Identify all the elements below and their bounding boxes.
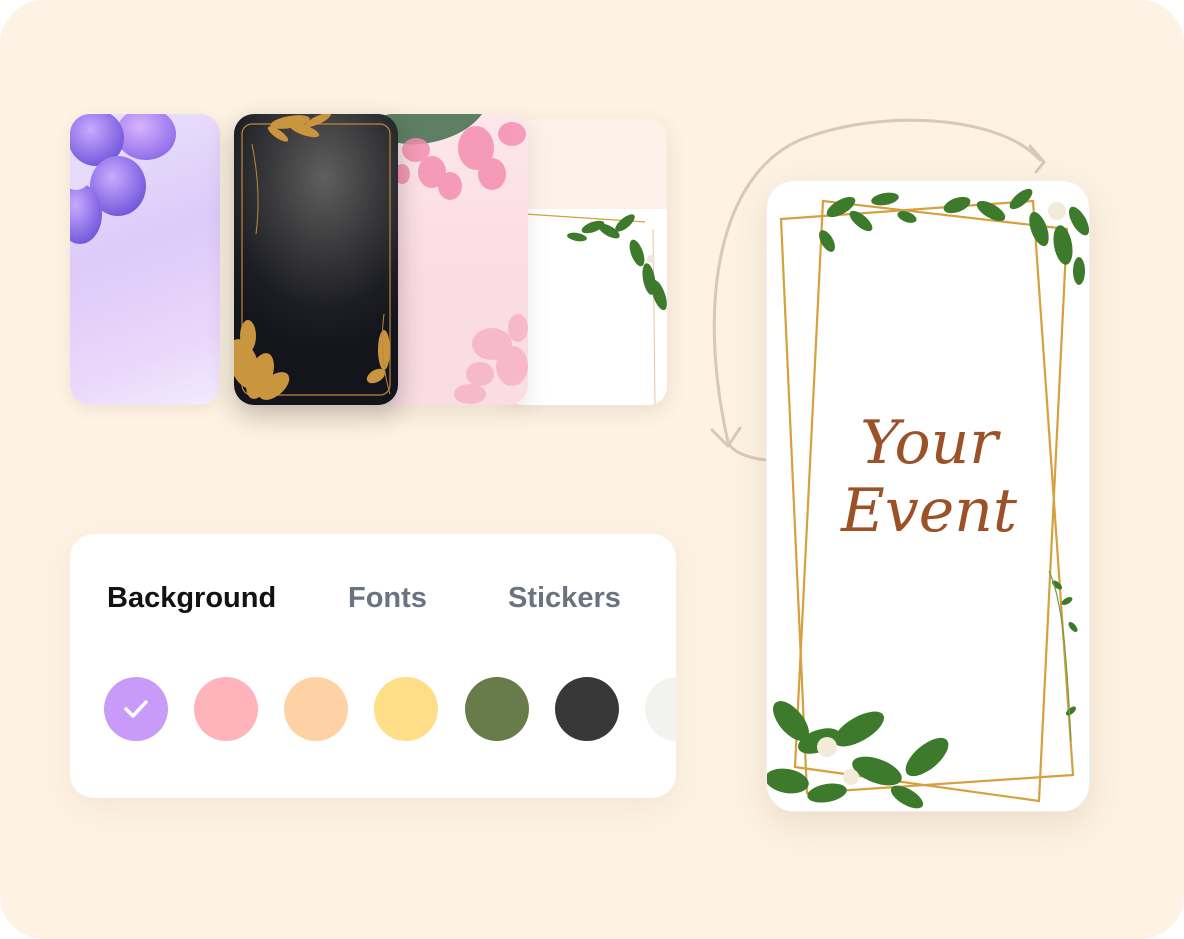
tab-stickers[interactable]: Stickers <box>508 582 621 614</box>
swatch-charcoal[interactable] <box>555 677 619 741</box>
event-title-line1: Your <box>860 408 998 478</box>
black-gold-art <box>234 114 391 400</box>
tab-background[interactable]: Background <box>107 582 276 614</box>
tab-fonts[interactable]: Fonts <box>348 582 427 614</box>
swatch-off-white[interactable] <box>645 677 676 741</box>
event-title-line2: Event <box>841 476 1017 546</box>
swatch-yellow[interactable] <box>374 677 438 741</box>
canvas: Background Fonts Stickers Your Event <box>0 0 1184 939</box>
template-black-gold[interactable] <box>234 114 398 405</box>
swatch-lavender[interactable] <box>104 677 168 741</box>
event-title: Your Event <box>767 408 1089 546</box>
checkmark-icon <box>124 700 148 718</box>
event-preview-card[interactable]: Your Event <box>766 180 1090 812</box>
template-white-greenery[interactable] <box>505 119 667 405</box>
swatch-olive-green[interactable] <box>465 677 529 741</box>
swatch-pink[interactable] <box>194 677 258 741</box>
white-greenery-art <box>505 119 667 405</box>
template-purple-petals[interactable] <box>70 114 220 405</box>
customize-panel: Background Fonts Stickers <box>70 534 676 798</box>
swatch-peach[interactable] <box>284 677 348 741</box>
purple-petals-art <box>70 114 176 244</box>
